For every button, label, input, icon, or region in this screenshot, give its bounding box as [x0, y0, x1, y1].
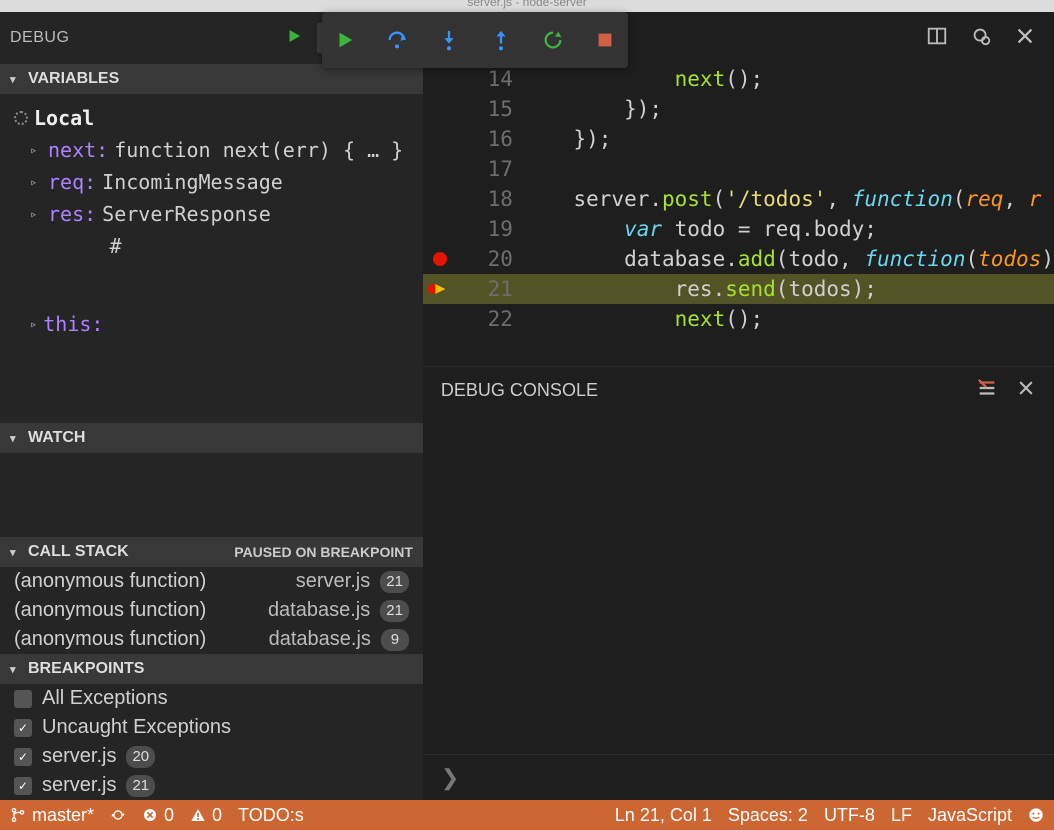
restart-icon[interactable] [542, 29, 564, 51]
indent-button[interactable]: Spaces: 2 [728, 805, 808, 826]
prompt-icon: ❯ [441, 765, 459, 791]
checkbox[interactable] [14, 748, 32, 766]
debug-console-title: DEBUG CONSOLE [441, 380, 598, 401]
continue-icon[interactable] [334, 29, 356, 51]
debug-console-body[interactable] [423, 414, 1054, 754]
cursor-position[interactable]: Ln 21, Col 1 [615, 805, 712, 826]
close-console-icon[interactable] [1016, 378, 1036, 403]
section-watch[interactable]: ▾ WATCH [0, 423, 423, 453]
start-debug-icon[interactable] [285, 27, 303, 50]
code-line[interactable]: 20 database.add(todo, function(todos) [423, 244, 1054, 274]
code-line[interactable]: 22 next(); [423, 304, 1054, 334]
stack-frame[interactable]: (anonymous function)database.js9 [0, 625, 423, 654]
encoding-button[interactable]: UTF-8 [824, 805, 875, 826]
breakpoints-body: All ExceptionsUncaught Exceptionsserver.… [0, 684, 423, 800]
stop-icon[interactable] [594, 29, 616, 51]
editor-area: 14 next();15 });16 });1718 server.post('… [423, 12, 1054, 800]
step-into-icon[interactable] [438, 29, 460, 51]
variables-title: VARIABLES [28, 70, 119, 88]
code-line[interactable]: 17 [423, 154, 1054, 184]
todos-button[interactable]: TODO:s [238, 805, 304, 826]
stack-frame[interactable]: (anonymous function)server.js21 [0, 567, 423, 596]
chevron-right-icon: ▹ [30, 317, 37, 331]
loading-spinner-icon [14, 111, 28, 125]
debug-toolbar [322, 12, 628, 68]
call-stack-title: CALL STACK [28, 543, 129, 561]
code-editor[interactable]: 14 next();15 });16 });1718 server.post('… [423, 64, 1054, 366]
chevron-down-icon: ▾ [10, 73, 22, 86]
status-bar: master* 0 0 TODO:s Ln 21, Col 1 Spaces: … [0, 800, 1054, 830]
window-title: server.js - node-server [467, 0, 586, 9]
call-stack-body: (anonymous function)server.js21(anonymou… [0, 567, 423, 654]
code-line[interactable]: 18 server.post('/todos', function(req, r [423, 184, 1054, 214]
clear-console-icon[interactable] [976, 377, 998, 404]
step-over-icon[interactable] [386, 29, 408, 51]
code-line[interactable]: 15 }); [423, 94, 1054, 124]
scope-local[interactable]: Local [0, 102, 423, 134]
step-out-icon[interactable] [490, 29, 512, 51]
checkbox[interactable] [14, 690, 32, 708]
checkbox[interactable] [14, 719, 32, 737]
show-debug-icon[interactable] [970, 25, 992, 52]
code-line[interactable]: 14 next(); [423, 64, 1054, 94]
breakpoint-row[interactable]: Uncaught Exceptions [0, 713, 423, 742]
variable-row[interactable]: ▹this: # [0, 230, 423, 417]
breakpoints-title: BREAKPOINTS [28, 660, 144, 678]
section-variables[interactable]: ▾ VARIABLES [0, 64, 423, 94]
close-editor-icon[interactable] [1014, 25, 1036, 52]
warnings-count[interactable]: 0 [190, 805, 222, 826]
breakpoint-dot-icon[interactable] [433, 252, 447, 266]
current-line-icon [427, 281, 447, 297]
code-line[interactable]: 19 var todo = req.body; [423, 214, 1054, 244]
variables-body: Local ▹next: function next(err) { … }▹re… [0, 94, 423, 423]
chevron-down-icon: ▾ [10, 663, 22, 676]
chevron-right-icon: ▹ [30, 175, 42, 189]
watch-title: WATCH [28, 429, 85, 447]
debug-sidebar: DEBUG Launch ▾ VARIABLES Local ▹next: fu… [0, 12, 423, 800]
variable-row[interactable]: ▹next: function next(err) { … } [0, 134, 423, 166]
debug-console-input[interactable]: ❯ [423, 754, 1054, 800]
chevron-right-icon: ▹ [30, 207, 42, 221]
debug-title: DEBUG [10, 29, 69, 47]
chevron-right-icon: ▹ [30, 143, 42, 157]
chevron-down-icon: ▾ [10, 432, 22, 445]
variable-row[interactable]: ▹req: IncomingMessage [0, 166, 423, 198]
variable-row[interactable]: ▹res: ServerResponse [0, 198, 423, 230]
breakpoint-row[interactable]: server.js20 [0, 742, 423, 771]
breakpoint-row[interactable]: All Exceptions [0, 684, 423, 713]
feedback-icon[interactable] [1028, 807, 1044, 823]
breakpoint-row[interactable]: server.js21 [0, 771, 423, 800]
checkbox[interactable] [14, 777, 32, 795]
chevron-down-icon: ▾ [10, 546, 22, 559]
split-editor-icon[interactable] [926, 25, 948, 52]
errors-count[interactable]: 0 [142, 805, 174, 826]
code-line[interactable]: 16 }); [423, 124, 1054, 154]
debug-console-header: DEBUG CONSOLE [423, 366, 1054, 414]
stack-frame[interactable]: (anonymous function)database.js21 [0, 596, 423, 625]
language-button[interactable]: JavaScript [928, 805, 1012, 826]
section-breakpoints[interactable]: ▾ BREAKPOINTS [0, 654, 423, 684]
eol-button[interactable]: LF [891, 805, 912, 826]
code-line[interactable]: 21 res.send(todos); [423, 274, 1054, 304]
section-call-stack[interactable]: ▾ CALL STACK PAUSED ON BREAKPOINT [0, 537, 423, 567]
git-sync[interactable] [110, 807, 126, 823]
git-branch[interactable]: master* [10, 805, 94, 826]
call-stack-status: PAUSED ON BREAKPOINT [234, 544, 413, 560]
window-titlebar: server.js - node-server [0, 0, 1054, 12]
